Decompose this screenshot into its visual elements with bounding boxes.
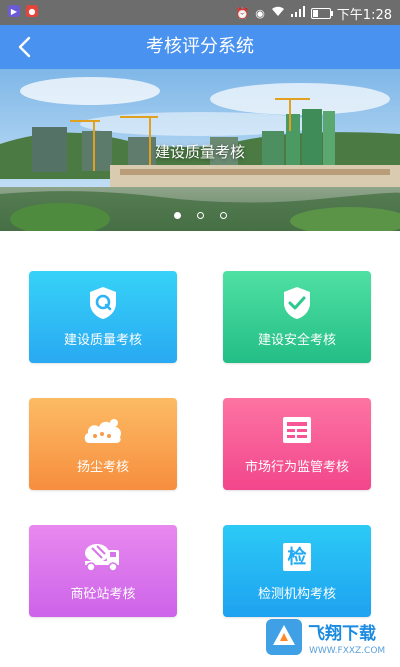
eye-icon: ◉ [255,6,265,20]
menu-card-market-supervision[interactable]: 市场行为监管考核 [223,398,371,490]
status-indicators: ⏰ ◉ 下午1:28 [235,4,392,23]
watermark-text: 飞翔下载 [308,623,376,644]
menu-card-label: 商砼站考核 [70,587,136,602]
app-notification-icon: ● [26,5,38,17]
menu-card-construction-quality[interactable]: 建设质量考核 [29,271,177,363]
signal-icon [290,5,305,22]
watermark-url: WWW.FXXZ.COM [309,646,385,656]
menu-card-concrete-station[interactable]: 商砼站考核 [29,525,177,617]
menu-card-label: 检测机构考核 [257,587,336,602]
back-button[interactable] [10,33,38,61]
menu-card-dust[interactable]: 扬尘考核 [29,398,177,490]
nav-bar: 考核评分系统 [0,25,400,69]
menu-card-label: 市场行为监管考核 [244,460,349,475]
shield-check-icon [284,287,310,319]
battery-level [312,10,318,17]
menu-card-inspection-agency[interactable]: 检 检测机构考核 [223,525,371,617]
chevron-left-icon [18,36,31,58]
wifi-icon [271,6,285,22]
watermark-logo: 飞翔下载 WWW.FXXZ.COM [264,615,394,659]
carousel-dot[interactable] [173,212,181,219]
inspection-icon: 检 [283,543,311,571]
market-card-icon [283,417,311,443]
menu-card-label: 扬尘考核 [76,460,129,475]
dust-cloud-icon [84,419,122,443]
alarm-icon: ⏰ [235,6,250,20]
inspection-glyph: 检 [287,546,307,568]
concrete-truck-icon [85,544,119,572]
status-notifications: ▶ ● [8,5,38,17]
carousel-dot[interactable] [219,212,227,219]
carousel-dot[interactable] [196,212,204,219]
page-title: 考核评分系统 [146,36,254,57]
menu-card-construction-safety[interactable]: 建设安全考核 [223,271,371,363]
battery-icon [310,8,333,19]
menu-card-label: 建设质量考核 [63,333,142,348]
banner-carousel[interactable]: 建设质量考核 [0,69,400,231]
banner-caption: 建设质量考核 [154,143,245,161]
status-bar: ▶ ● ⏰ ◉ 下午1:28 [0,0,400,25]
shield-q-icon [90,287,116,319]
carousel-indicators [0,212,400,219]
status-time: 下午1:28 [336,8,392,23]
app-notification-icon: ▶ [8,5,20,17]
menu-card-label: 建设安全考核 [257,333,336,348]
